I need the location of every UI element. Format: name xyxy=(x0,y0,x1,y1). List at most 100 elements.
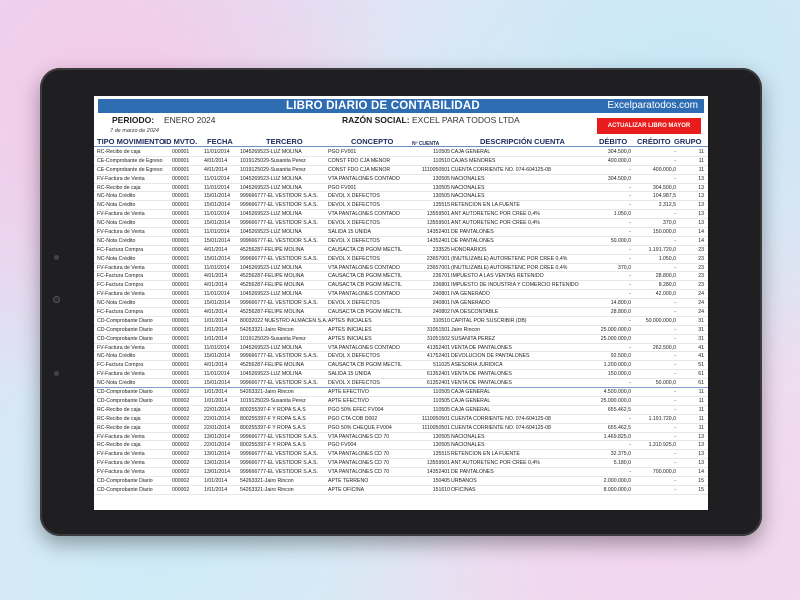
cell-debito[interactable]: 150.000,0 xyxy=(587,370,631,379)
cell-desc[interactable]: ANT AUTORETENC POR CREE 0,4% xyxy=(451,210,591,219)
cell-concepto[interactable]: APTES INICIALES xyxy=(328,317,408,326)
cell-cuenta[interactable]: 23657001 xyxy=(406,255,450,264)
cell-desc[interactable]: IVA GENERADO xyxy=(451,290,591,299)
cell-concepto[interactable]: PGO FV004 xyxy=(328,441,408,450)
table-row[interactable]: NC-Nota Crédito 000001 15/01/2014 999666777… xyxy=(94,192,708,202)
cell-cuenta[interactable]: 130505 xyxy=(406,175,450,184)
cell-concepto[interactable]: PGO FV001 xyxy=(328,184,408,193)
cell-id[interactable]: 000002 xyxy=(172,459,200,468)
cell-concepto[interactable]: PGO CTA COB D002 xyxy=(328,415,408,424)
cell-tercero[interactable]: 45256287-FELIPE MOLINA xyxy=(240,246,328,255)
cell-id[interactable]: 000001 xyxy=(172,264,200,273)
cell-cuenta[interactable]: 23657001 xyxy=(406,264,450,273)
cell-fecha[interactable]: 13/01/2014 xyxy=(204,433,240,442)
cell-desc[interactable]: CUENTA CORRIENTE NO. 074-604125-08 xyxy=(451,415,591,424)
cell-cuenta[interactable]: 14352401 xyxy=(406,468,450,477)
table-row[interactable]: RC-Recibo de caja 000002 22/01/2014 8002553… xyxy=(94,424,708,433)
cell-fecha[interactable]: 4/01/2014 xyxy=(204,281,240,290)
cell-debito[interactable]: 1.469.825,0 xyxy=(587,433,631,442)
cell-id[interactable]: 000001 xyxy=(172,308,200,317)
cell-cuenta[interactable]: 13559501 xyxy=(406,210,450,219)
cell-grupo[interactable]: 11 xyxy=(680,148,704,157)
col-debito[interactable]: DÉBITO xyxy=(599,137,627,147)
cell-grupo[interactable]: 13 xyxy=(680,219,704,228)
cell-concepto[interactable]: VTA PANTALONES CD 70 xyxy=(328,468,408,477)
cell-grupo[interactable]: 31 xyxy=(680,326,704,335)
col-tercero[interactable]: TERCERO xyxy=(266,137,303,147)
cell-tercero[interactable]: 999666777-EL VESTIDOR S.A.S. xyxy=(240,299,328,308)
cell-desc[interactable]: VENTA DE PANTALONES xyxy=(451,370,591,379)
cell-tipo[interactable]: FC-Factura Compra xyxy=(97,308,163,317)
col-concepto[interactable]: CONCEPTO xyxy=(351,137,393,147)
cell-desc[interactable]: CAJA GENERAL xyxy=(451,406,591,415)
cell-debito[interactable]: 4.500.000,0 xyxy=(587,388,631,397)
cell-tercero[interactable]: 999666777-EL VESTIDOR S.A.S. xyxy=(240,352,328,361)
cell-id[interactable]: 000001 xyxy=(172,335,200,344)
cell-tipo[interactable]: RC-Recibo de caja xyxy=(97,406,163,415)
cell-concepto[interactable]: DEVOL X DEFECTOS xyxy=(328,352,408,361)
cell-tercero[interactable]: 999666777-EL VESTIDOR S.A.S. xyxy=(240,201,328,210)
cell-concepto[interactable]: PGO FV001 xyxy=(328,148,408,157)
table-row[interactable]: CE-Comprobante de Egreso 000001 4/01/2014 1… xyxy=(94,157,708,166)
cell-grupo[interactable]: 14 xyxy=(680,228,704,237)
cell-concepto[interactable]: VTA PANTALONES CONTADO xyxy=(328,175,408,184)
brand-link[interactable]: Excelparatodos.com xyxy=(607,99,698,113)
cell-credito[interactable]: 1.191.720,0 xyxy=(632,415,676,424)
cell-desc[interactable]: CUENTA CORRIENTE NO. 074-604125-08 xyxy=(451,424,591,433)
cell-tipo[interactable]: FC-Factura Compra xyxy=(97,246,163,255)
cell-grupo[interactable]: 13 xyxy=(680,201,704,210)
cell-cuenta[interactable]: 110505 xyxy=(406,406,450,415)
table-row[interactable]: RC-Recibo de caja 000001 11/01/2014 1045269… xyxy=(94,184,708,193)
table-row[interactable]: FC-Factura Compra 000001 4/01/2014 45256287… xyxy=(94,361,708,371)
cell-id[interactable]: 000001 xyxy=(172,255,200,264)
cell-tipo[interactable]: FV-Factura de Venta xyxy=(97,433,163,442)
cell-id[interactable]: 000002 xyxy=(172,388,200,397)
cell-concepto[interactable]: PGO 50% EFEC FV004 xyxy=(328,406,408,415)
cell-concepto[interactable]: DEVOL X DEFECTOS xyxy=(328,237,408,246)
cell-credito[interactable]: - xyxy=(632,477,676,486)
cell-desc[interactable]: NACIONALES xyxy=(451,175,591,184)
cell-fecha[interactable]: 13/01/2014 xyxy=(204,450,240,459)
cell-debito[interactable]: 655.462,5 xyxy=(587,424,631,433)
cell-cuenta[interactable]: 150405 xyxy=(406,477,450,486)
cell-tipo[interactable]: NC-Nota Crédito xyxy=(97,299,163,308)
table-row[interactable]: NC-Nota Crédito 000001 15/01/2014 999666777… xyxy=(94,299,708,309)
cell-desc[interactable]: DE PANTALONES xyxy=(451,228,591,237)
cell-tercero[interactable]: 999666777-EL VESTIDOR S.A.S. xyxy=(240,468,328,477)
col-grupo[interactable]: GRUPO xyxy=(674,137,702,147)
cell-cuenta[interactable]: 130505 xyxy=(406,441,450,450)
cell-debito[interactable]: - xyxy=(587,184,631,193)
cell-fecha[interactable]: 22/01/2014 xyxy=(204,415,240,424)
table-row[interactable]: CD-Comprobante Diario 000002 1/01/2014 5426… xyxy=(94,388,708,397)
cell-desc[interactable]: IVA DESCONTABLE xyxy=(451,308,591,317)
cell-concepto[interactable]: APTE OFICINA xyxy=(328,486,408,495)
cell-credito[interactable]: - xyxy=(632,157,676,166)
cell-credito[interactable]: 8.280,0 xyxy=(632,281,676,290)
cell-grupo[interactable]: 41 xyxy=(680,344,704,353)
cell-debito[interactable]: - xyxy=(587,272,631,281)
cell-tercero[interactable]: 800255397-F Y ROPA S.A.S xyxy=(240,424,328,433)
cell-concepto[interactable]: CAUSACTA CB PGOM MECTIL xyxy=(328,308,408,317)
cell-tercero[interactable]: 54263321-Jairo Rincon xyxy=(240,486,328,495)
cell-grupo[interactable]: 24 xyxy=(680,290,704,299)
cell-fecha[interactable]: 11/01/2014 xyxy=(204,370,240,379)
cell-tipo[interactable]: FV-Factura de Venta xyxy=(97,370,163,379)
cell-id[interactable]: 000002 xyxy=(172,424,200,433)
cell-desc[interactable]: ANT AUTORETENC POR CREE 0,4% xyxy=(451,219,591,228)
cell-tercero[interactable]: 80032022 NUESTRO ALMACEN S.A.S xyxy=(240,317,328,326)
cell-grupo[interactable]: 13 xyxy=(680,192,704,201)
cell-fecha[interactable]: 13/01/2014 xyxy=(204,459,240,468)
cell-id[interactable]: 000001 xyxy=(172,210,200,219)
cell-credito[interactable]: - xyxy=(632,326,676,335)
cell-cuenta[interactable]: 110505 xyxy=(406,397,450,406)
cell-tipo[interactable]: FV-Factura de Venta xyxy=(97,459,163,468)
cell-grupo[interactable]: 11 xyxy=(680,166,704,175)
cell-tipo[interactable]: RC-Recibo de caja xyxy=(97,424,163,433)
cell-fecha[interactable]: 11/01/2014 xyxy=(204,290,240,299)
table-row[interactable]: CE-Comprobante de Egreso 000001 4/01/2014 1… xyxy=(94,166,708,175)
cell-concepto[interactable]: DEVOL X DEFECTOS xyxy=(328,379,408,388)
table-row[interactable]: RC-Recibo de caja 000002 22/01/2014 8002553… xyxy=(94,406,708,415)
cell-credito[interactable]: - xyxy=(632,299,676,308)
cell-desc[interactable]: CAPITAL POR SUSCRIBIR (DB) xyxy=(451,317,591,326)
cell-cuenta[interactable]: 135515 xyxy=(406,450,450,459)
